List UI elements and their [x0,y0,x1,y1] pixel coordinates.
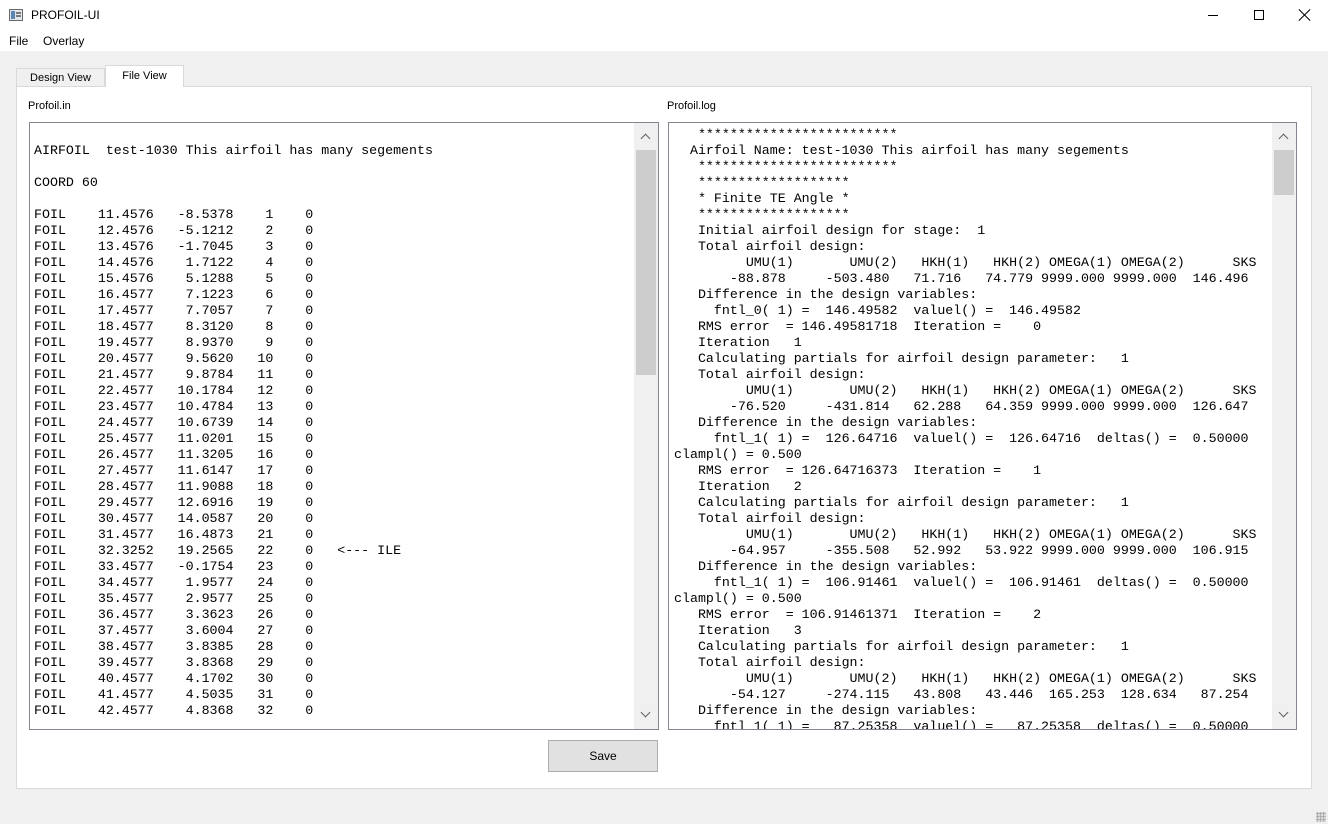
profoil-log-scrollbar[interactable] [1272,123,1296,729]
close-button[interactable] [1282,0,1328,31]
scroll-down-icon[interactable] [634,703,658,727]
scroll-thumb[interactable] [1274,150,1294,195]
close-icon [1282,0,1328,31]
menu-file[interactable]: File [9,34,28,48]
title-bar: PROFOIL-UI [0,0,1328,31]
minimize-icon [1190,0,1236,31]
scroll-thumb[interactable] [636,150,656,375]
profoil-in-scrollbar[interactable] [634,123,658,729]
profoil-in-editor[interactable]: AIRFOIL test-1030 This airfoil has many … [29,122,659,730]
tab-design-view[interactable]: Design View [16,68,105,87]
profoil-in-label: Profoil.in [28,100,71,112]
profoil-in-text[interactable]: AIRFOIL test-1030 This airfoil has many … [34,127,433,719]
window-title: PROFOIL-UI [31,8,100,22]
minimize-button[interactable] [1190,0,1236,31]
scroll-up-icon[interactable] [634,125,658,149]
scroll-down-icon[interactable] [1272,703,1296,727]
maximize-icon [1236,0,1282,31]
maximize-button[interactable] [1236,0,1282,31]
resize-grip-icon[interactable] [1316,812,1326,822]
menu-bar: File Overlay [0,31,1328,51]
menu-overlay[interactable]: Overlay [43,34,84,48]
save-button[interactable]: Save [548,740,658,772]
scroll-up-icon[interactable] [1272,125,1296,149]
app-window-icon [9,9,23,21]
profoil-log-text[interactable]: ************************* Airfoil Name: … [674,127,1257,729]
tab-file-view[interactable]: File View [105,65,184,87]
profoil-log-editor[interactable]: ************************* Airfoil Name: … [668,122,1297,730]
profoil-log-label: Profoil.log [667,100,716,112]
